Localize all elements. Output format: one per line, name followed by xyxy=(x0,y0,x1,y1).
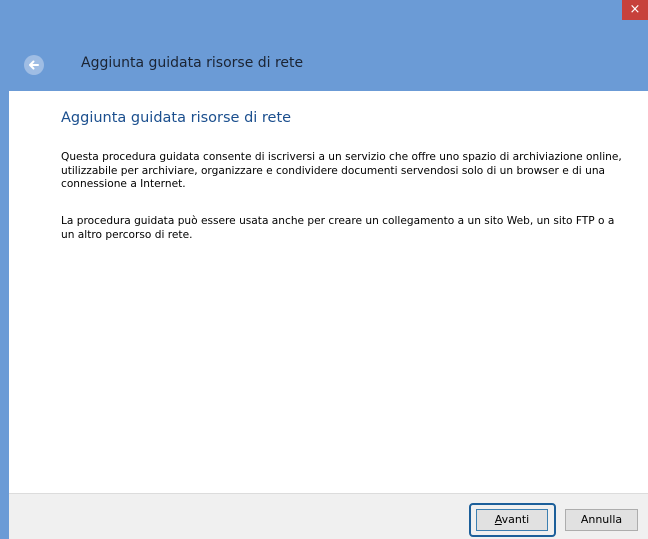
close-button[interactable]: × xyxy=(622,0,648,20)
wizard-content: Aggiunta guidata risorse di rete Questa … xyxy=(9,91,648,493)
close-icon: × xyxy=(629,2,641,17)
page-title: Aggiunta guidata risorse di rete xyxy=(61,110,292,126)
cancel-button[interactable]: Annulla xyxy=(565,509,638,531)
wizard-window: × Aggiunta guidata risorse di rete Aggiu… xyxy=(0,0,648,539)
next-button-label: vanti xyxy=(501,513,530,526)
header-title: Aggiunta guidata risorse di rete xyxy=(81,55,304,71)
back-button[interactable] xyxy=(24,55,44,75)
wizard-header: Aggiunta guidata risorse di rete xyxy=(0,42,648,90)
wizard-footer: Avanti Annulla xyxy=(9,493,648,539)
title-bar[interactable]: × xyxy=(0,0,648,42)
description-paragraph-2: La procedura guidata può essere usata an… xyxy=(61,215,615,241)
back-arrow-icon xyxy=(29,60,39,70)
next-button-accel: A xyxy=(494,513,502,526)
description-paragraph: Questa procedura guidata consente di isc… xyxy=(61,151,622,190)
cancel-button-label: Annulla xyxy=(580,513,623,526)
next-button[interactable]: Avanti xyxy=(476,509,548,531)
